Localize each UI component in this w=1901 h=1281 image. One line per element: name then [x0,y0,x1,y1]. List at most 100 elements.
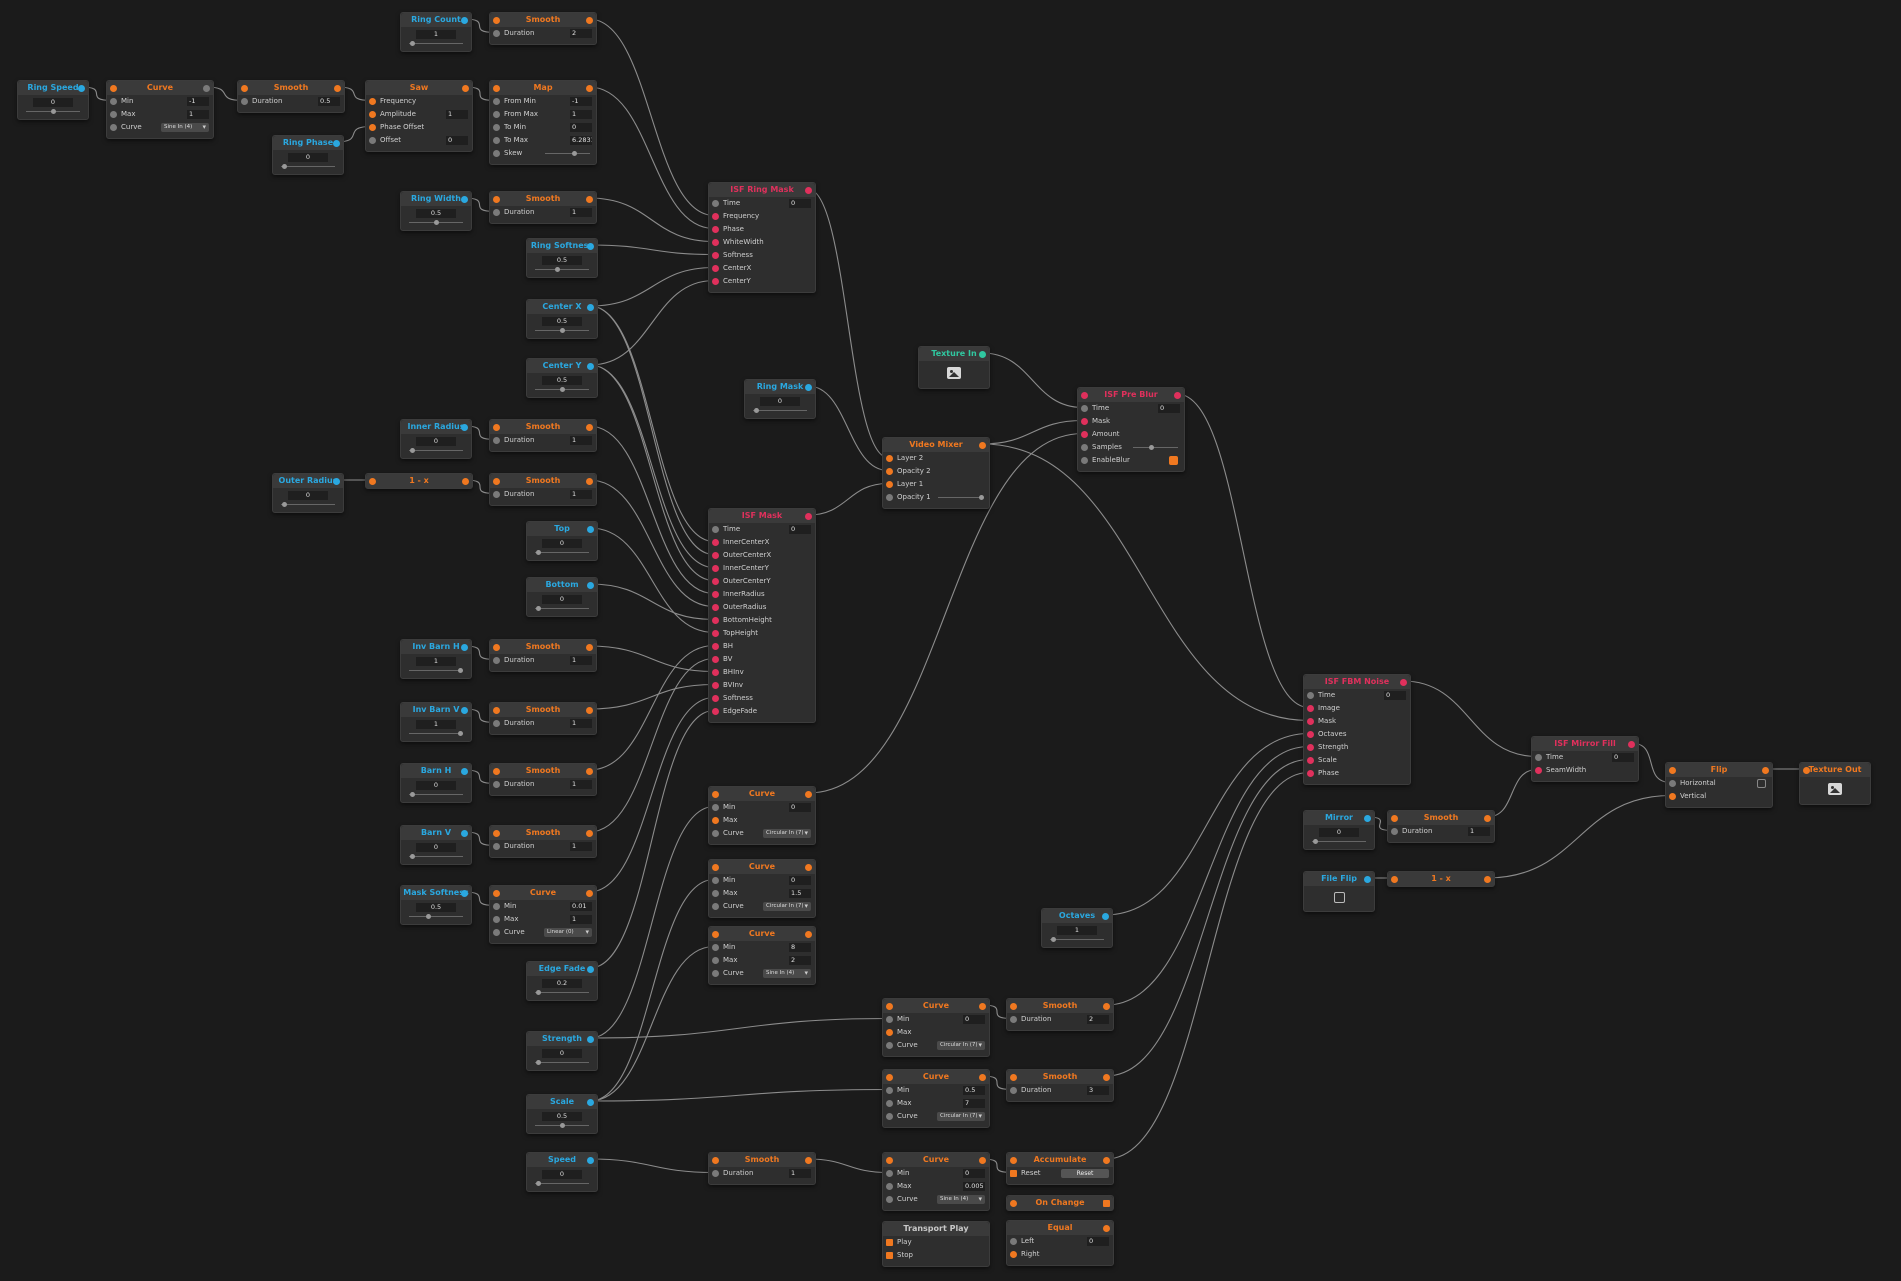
row-input-port[interactable] [712,695,719,702]
node-smooth-bh[interactable]: Smooth Duration 1 [489,763,597,796]
node-center-x[interactable]: Center X 0.5 [526,299,598,339]
row-input-port[interactable] [493,150,500,157]
curve-dropdown[interactable]: Circular In (7) [937,1041,985,1050]
input-port[interactable] [712,930,719,938]
value-field[interactable]: 0.5 [416,209,456,218]
output-port[interactable] [1174,391,1181,399]
row-input-port[interactable] [886,468,893,475]
slider-handle[interactable] [409,41,415,46]
node-header[interactable]: Smooth [1007,999,1113,1013]
node-header[interactable]: Smooth [490,764,596,778]
row-input-port[interactable] [712,903,719,910]
row-value-field[interactable]: 0 [789,803,811,812]
row-value-field[interactable]: 1 [570,842,592,851]
node-mirror[interactable]: Mirror 0 [1303,810,1375,850]
row-input-port[interactable] [712,265,719,272]
row-input-port[interactable] [493,124,500,131]
row-input-port[interactable] [886,1170,893,1177]
node-header[interactable]: Scale [527,1095,597,1109]
node-accumulate[interactable]: Accumulate Reset Reset [1006,1152,1114,1185]
row-input-port[interactable] [712,617,719,624]
output-port[interactable] [805,790,812,798]
node-bottom[interactable]: Bottom 0 [526,577,598,617]
row-input-port[interactable] [712,643,719,650]
output-port[interactable] [461,767,468,775]
value-slider[interactable] [409,41,463,46]
output-port[interactable] [805,186,812,194]
row-value-field[interactable]: 1.5 [789,889,811,898]
row-slider[interactable] [1133,445,1178,450]
output-port[interactable] [461,423,468,431]
value-field[interactable]: 0 [542,595,582,604]
row-input-port[interactable] [493,30,500,37]
row-input-port[interactable] [493,137,500,144]
node-header[interactable]: Inv Barn V [401,703,471,717]
input-port[interactable] [1803,766,1810,774]
row-input-port[interactable] [110,111,117,118]
node-curve-ms[interactable]: Curve Min 0.01 Max 1 Curve Linear (0) [489,885,597,944]
node-header[interactable]: Center Y [527,359,597,373]
row-input-port[interactable] [493,437,500,444]
row-input-port[interactable] [712,565,719,572]
input-port[interactable] [493,16,500,24]
value-slider[interactable] [535,1060,589,1065]
row-input-port[interactable] [712,539,719,546]
row-input-port[interactable] [712,526,719,533]
output-port[interactable] [587,581,594,589]
value-slider[interactable] [1312,839,1366,844]
node-header[interactable]: Mask Softness [401,886,471,900]
node-header[interactable]: Outer Radius [273,474,343,488]
row-input-port[interactable] [1081,431,1088,438]
row-value-field[interactable]: 0 [789,876,811,885]
row-input-port[interactable] [1081,418,1088,425]
node-curve-e[interactable]: Curve Min 0.5 Max 7 Curve Circular In (7) [882,1069,990,1128]
value-slider[interactable] [409,448,463,453]
output-port[interactable] [587,1098,594,1106]
row-input-port[interactable] [712,830,719,837]
value-field[interactable]: 1 [416,30,456,39]
node-header[interactable]: Transport Play [883,1222,989,1236]
row-value-field[interactable]: 6.2831 [570,136,592,145]
value-slider[interactable] [535,328,589,333]
value-field[interactable]: 0 [416,843,456,852]
slider-handle[interactable] [1050,937,1056,942]
input-port[interactable] [1010,1002,1017,1010]
row-value-field[interactable]: 2 [570,29,592,38]
output-port[interactable] [979,1073,986,1081]
row-input-port[interactable] [1307,744,1314,751]
node-flip[interactable]: Flip Horizontal Vertical [1665,762,1773,808]
curve-dropdown[interactable]: Circular In (7) [763,829,811,838]
output-port[interactable] [1628,740,1635,748]
value-slider[interactable] [281,164,335,169]
row-input-port[interactable] [369,111,376,118]
node-header[interactable]: Curve [709,787,815,801]
node-header[interactable]: Smooth [490,13,596,27]
node-ring-width[interactable]: Ring Width 0.5 [400,191,472,231]
row-value-field[interactable]: 1 [570,719,592,728]
row-input-port[interactable] [110,124,117,131]
node-header[interactable]: Smooth [709,1153,815,1167]
node-speed[interactable]: Speed 0 [526,1152,598,1192]
output-port[interactable] [587,1156,594,1164]
node-header[interactable]: Smooth [1007,1070,1113,1084]
row-input-port[interactable] [1307,770,1314,777]
row-value-field[interactable]: 1 [570,436,592,445]
node-center-y[interactable]: Center Y 0.5 [526,358,598,398]
value-field[interactable]: 0 [33,98,73,107]
node-smooth-ibh[interactable]: Smooth Duration 1 [489,639,597,672]
output-port[interactable] [586,84,593,92]
row-input-port[interactable] [886,1100,893,1107]
row-input-port[interactable] [369,98,376,105]
node-ring-phase[interactable]: Ring Phase 0 [272,135,344,175]
node-header[interactable]: Barn V [401,826,471,840]
input-port[interactable] [886,1073,893,1081]
value-slider[interactable] [409,220,463,225]
row-value-field[interactable]: 0.5 [963,1086,985,1095]
output-port[interactable] [586,16,593,24]
row-value-field[interactable]: 1 [570,915,592,924]
slider-handle[interactable] [535,606,541,611]
input-port[interactable] [369,477,376,485]
output-port[interactable] [1103,1002,1110,1010]
value-field[interactable]: 0 [542,1170,582,1179]
node-header[interactable]: Flip [1666,763,1772,777]
